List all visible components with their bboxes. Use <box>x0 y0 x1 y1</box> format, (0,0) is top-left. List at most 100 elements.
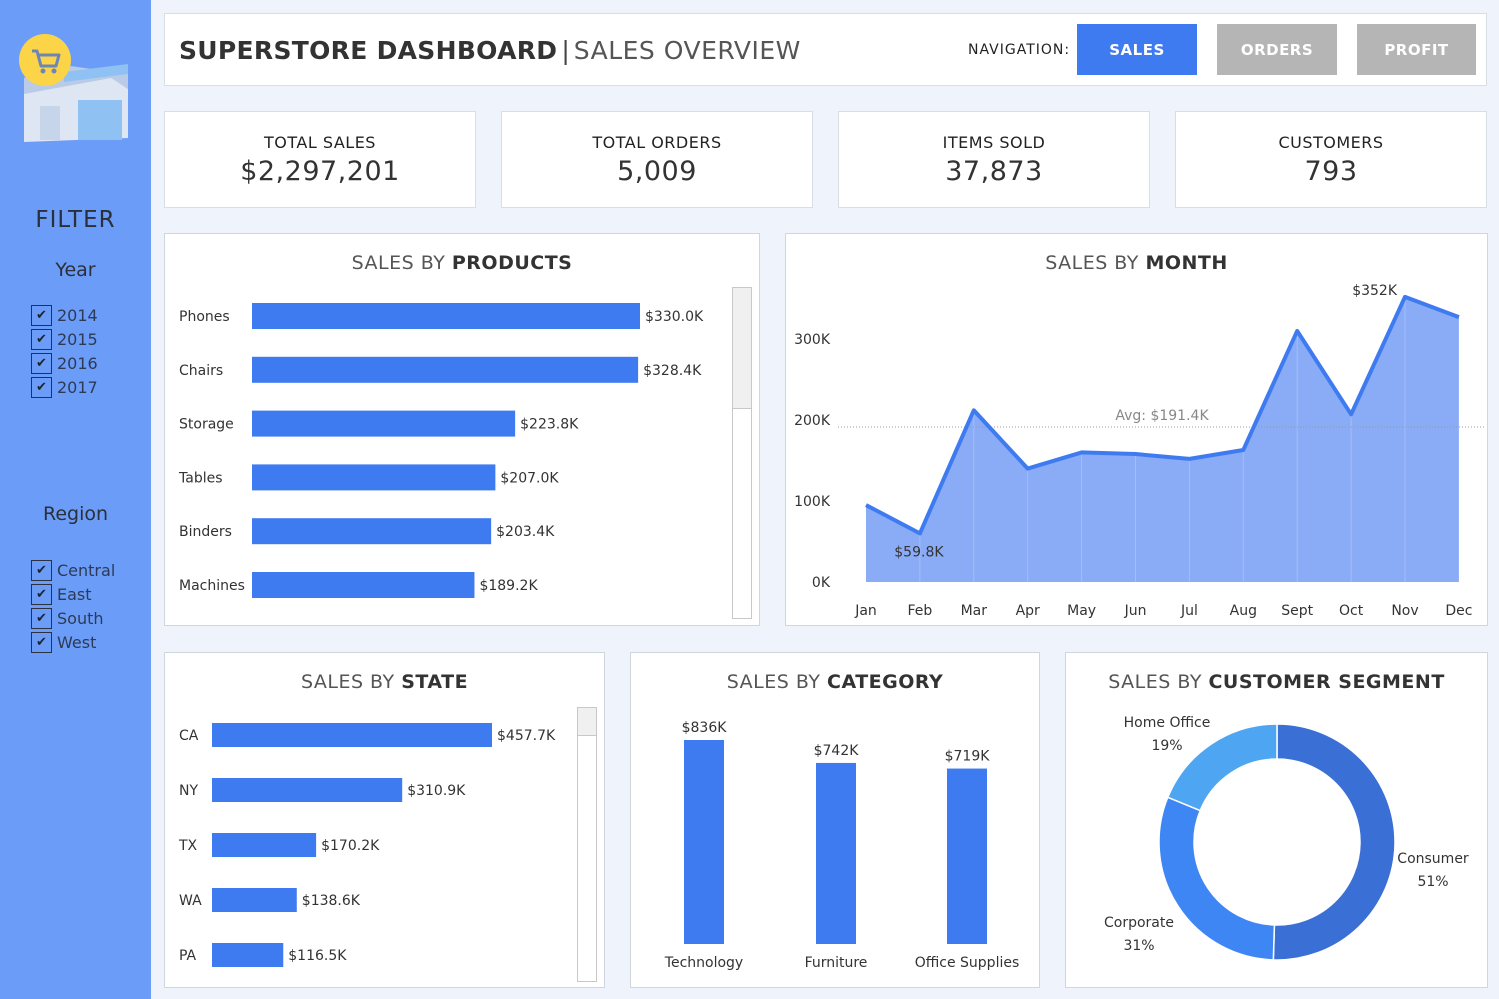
checkbox[interactable]: ✔ <box>31 583 52 605</box>
value-label: $189.2K <box>479 578 538 594</box>
data-label: $59.8K <box>894 544 944 560</box>
segment-label: Corporate <box>1104 915 1174 931</box>
state-scrollbar[interactable] <box>577 707 597 982</box>
kpi-label: CUSTOMERS <box>1278 133 1384 152</box>
region-option-east[interactable]: ✔ East <box>31 582 115 606</box>
segment-chart: Consumer 51% Corporate 31% Home Office 19% <box>1104 715 1469 961</box>
bar <box>212 943 284 967</box>
category-label: Furniture <box>805 955 868 971</box>
checkbox[interactable]: ✔ <box>31 304 52 326</box>
segment-label: Home Office <box>1124 715 1211 731</box>
bar <box>947 768 987 944</box>
month-panel: SALES BY MONTH 0K 100K 200K 300K Avg: $191.4… <box>785 233 1488 626</box>
state-panel: SALES BY STATE CA $457.7K NY $310.9K TX $170.… <box>164 652 605 988</box>
category-label: Phones <box>179 309 230 325</box>
value-label: $742K <box>814 743 860 759</box>
region-option-south[interactable]: ✔ South <box>31 606 115 630</box>
kpi-value: 793 <box>1304 156 1358 187</box>
kpi-value: $2,297,201 <box>240 156 400 187</box>
year-option-2016[interactable]: ✔ 2016 <box>31 351 98 375</box>
page-title-main: SUPERSTORE DASHBOARD <box>179 36 558 65</box>
bar <box>252 464 496 491</box>
y-tick-label: 300K <box>794 332 831 348</box>
products-chart: Phones $330.0K Chairs $328.4K Storage $223.8K… <box>178 303 704 598</box>
bar <box>212 833 317 857</box>
kpi-label: TOTAL SALES <box>264 133 376 152</box>
checkbox[interactable]: ✔ <box>31 352 52 374</box>
value-label: $116.5K <box>288 948 347 964</box>
donut-slice <box>1166 723 1278 812</box>
cart-badge <box>19 34 71 86</box>
bar <box>212 778 403 802</box>
year-option-2014[interactable]: ✔ 2014 <box>31 303 98 327</box>
products-scrollbar[interactable] <box>732 287 752 619</box>
donut-slice <box>1158 796 1276 961</box>
checkbox[interactable]: ✔ <box>31 559 52 581</box>
category-label: Storage <box>179 417 234 433</box>
x-tick-label: Mar <box>961 603 988 619</box>
state-chart: CA $457.7K NY $310.9K TX $170.2K WA $138.6K PA $1… <box>178 723 556 967</box>
checkbox[interactable]: ✔ <box>31 328 52 350</box>
category-label: Binders <box>179 524 232 540</box>
checkbox[interactable]: ✔ <box>31 376 52 398</box>
category-label: NY <box>179 783 198 799</box>
category-label: PA <box>179 948 197 964</box>
region-option-label: East <box>57 584 92 604</box>
bar <box>252 572 475 598</box>
bar <box>212 723 492 747</box>
category-panel: SALES BY CATEGORY $836K Technology $742K Fu… <box>630 652 1040 988</box>
year-option-label: 2015 <box>57 329 98 349</box>
category-chart: $836K Technology $742K Furniture $719K Office… <box>664 720 1019 971</box>
category-label: Tables <box>178 470 223 486</box>
bar <box>252 303 640 329</box>
year-option-label: 2017 <box>57 377 98 397</box>
kpi-total-sales: TOTAL SALES $2,297,201 <box>164 111 476 208</box>
segment-percent: 51% <box>1417 874 1448 890</box>
region-option-west[interactable]: ✔ West <box>31 630 115 654</box>
category-label: WA <box>179 893 202 909</box>
bar <box>252 518 492 545</box>
value-label: $719K <box>945 749 991 765</box>
filter-title: FILTER <box>35 207 116 233</box>
region-filter-title: Region <box>42 503 109 525</box>
cart-wheel-icon <box>40 68 46 74</box>
store-logo <box>19 34 128 142</box>
category-label: TX <box>178 838 198 854</box>
checkbox[interactable]: ✔ <box>31 607 52 629</box>
kpi-total-orders: TOTAL ORDERS 5,009 <box>501 111 813 208</box>
category-label: Machines <box>179 578 245 594</box>
year-option-2015[interactable]: ✔ 2015 <box>31 327 98 351</box>
category-label: CA <box>179 728 199 744</box>
kpi-label: TOTAL ORDERS <box>592 133 722 152</box>
checkbox[interactable]: ✔ <box>31 631 52 653</box>
header-bar: SUPERSTORE DASHBOARD | SALES OVERVIEW NAVI… <box>164 13 1487 86</box>
x-tick-label: Dec <box>1445 603 1472 619</box>
x-tick-label: Jun <box>1124 603 1147 619</box>
bar <box>252 410 516 437</box>
bar <box>252 356 639 383</box>
kpi-label: ITEMS SOLD <box>942 133 1046 152</box>
page-title-sub: SALES OVERVIEW <box>573 36 801 65</box>
cart-wheel-icon <box>51 68 57 74</box>
scroll-thumb[interactable] <box>733 288 751 409</box>
kpi-value: 37,873 <box>945 156 1043 187</box>
nav-orders-button[interactable]: ORDERS <box>1217 24 1337 75</box>
nav-sales-button[interactable]: SALES <box>1077 24 1197 75</box>
y-tick-label: 100K <box>794 494 831 510</box>
year-option-2017[interactable]: ✔ 2017 <box>31 375 98 399</box>
scroll-thumb[interactable] <box>578 708 596 736</box>
region-option-central[interactable]: ✔ Central <box>31 558 115 582</box>
value-label: $328.4K <box>643 363 702 379</box>
region-option-label: South <box>57 608 104 628</box>
nav-profit-button[interactable]: PROFIT <box>1357 24 1476 75</box>
category-label: Technology <box>664 955 743 971</box>
value-label: $223.8K <box>520 417 579 433</box>
x-tick-label: Oct <box>1339 603 1364 619</box>
year-option-label: 2016 <box>57 353 98 373</box>
value-label: $457.7K <box>497 728 556 744</box>
y-tick-label: 200K <box>794 413 831 429</box>
year-option-label: 2014 <box>57 305 98 325</box>
value-label: $170.2K <box>321 838 380 854</box>
segment-percent: 31% <box>1123 938 1154 954</box>
segment-panel: SALES BY CUSTOMER SEGMENT Consumer 51% Cor… <box>1065 652 1488 988</box>
